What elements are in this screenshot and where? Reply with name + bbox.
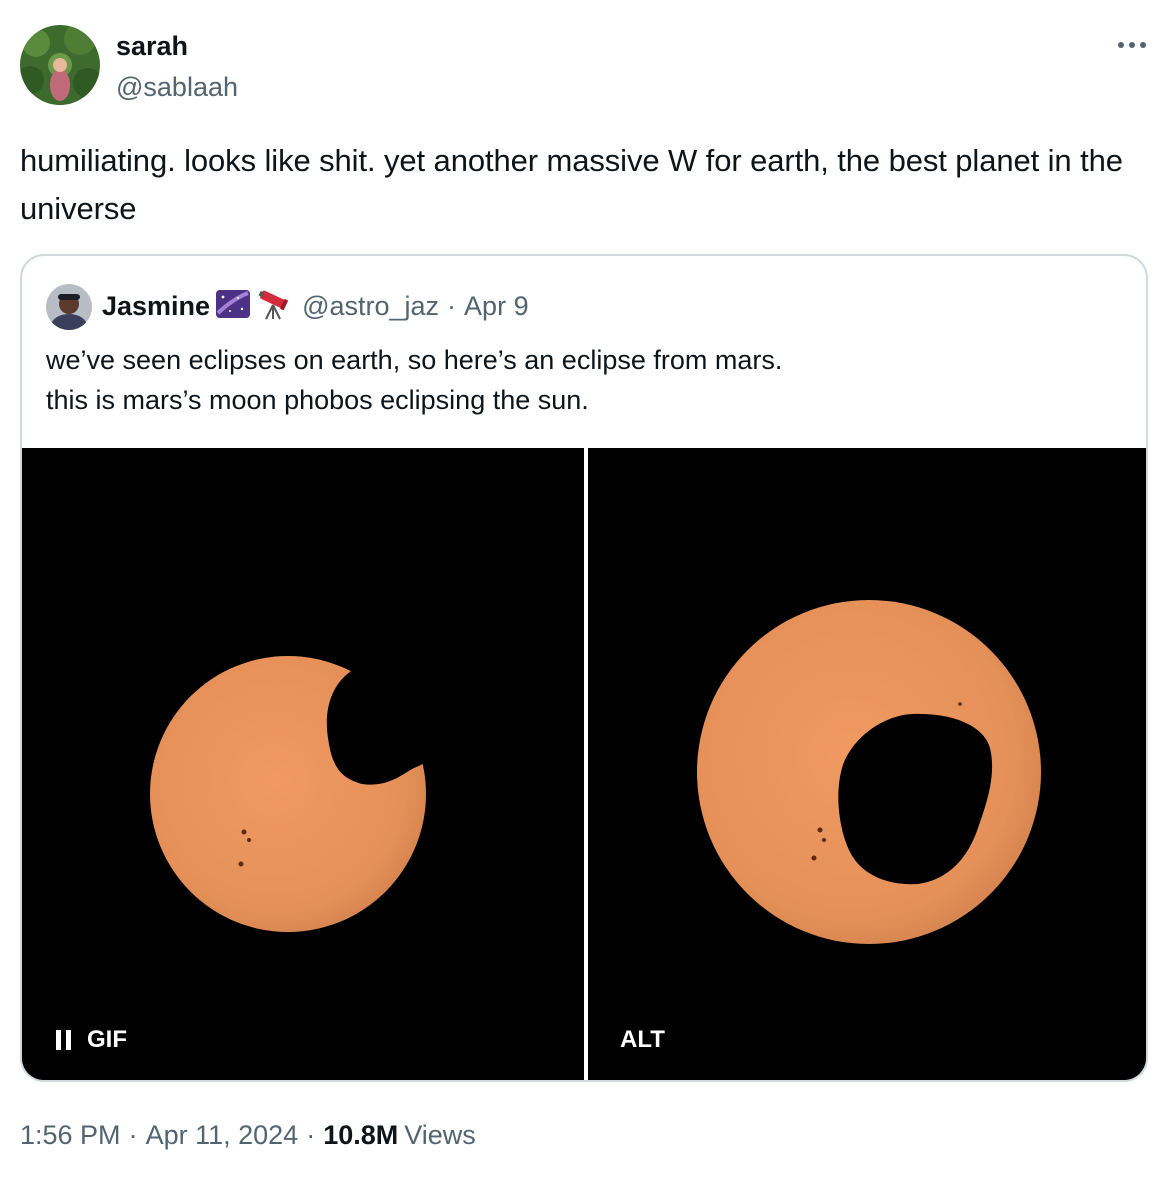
footer-separator-2: · — [306, 1120, 316, 1150]
more-horizontal-icon — [1118, 42, 1146, 48]
more-options-button[interactable] — [1110, 30, 1154, 60]
alt-text-badge[interactable]: ALT — [620, 1026, 665, 1054]
quoted-tweet-text: we’ve seen eclipses on earth, so here’s … — [46, 340, 1106, 420]
quoted-tweet-card[interactable]: Jasmine @astro_jaz · Apr 9 we’ve seen ec… — [20, 254, 1148, 1082]
eclipse-gif-media[interactable] — [22, 448, 584, 1080]
tweet-time[interactable]: 1:56 PM — [20, 1120, 121, 1151]
views-label[interactable]: Views — [404, 1120, 476, 1151]
views-count[interactable]: 10.8M — [323, 1120, 398, 1151]
quoted-author-name[interactable]: Jasmine — [102, 289, 210, 323]
telescope-icon — [256, 288, 290, 325]
milky-way-icon — [216, 289, 251, 324]
alt-label: ALT — [620, 1026, 665, 1053]
quoted-author-avatar[interactable] — [46, 284, 92, 330]
pause-icon[interactable] — [56, 1030, 71, 1050]
quoted-tweet-header: Jasmine @astro_jaz · Apr 9 — [102, 288, 529, 324]
gif-label: GIF — [87, 1026, 127, 1053]
quoted-author-handle[interactable]: @astro_jaz — [302, 291, 439, 322]
quoted-tweet-date[interactable]: Apr 9 — [464, 291, 529, 322]
eclipse-image-media[interactable] — [588, 448, 1146, 1080]
footer-separator-1: · — [128, 1120, 138, 1150]
tweet-text: humiliating. looks like shit. yet anothe… — [20, 143, 1123, 226]
author-name[interactable]: sarah — [116, 30, 188, 62]
quoted-text-line-1: we’ve seen eclipses on earth, so here’s … — [46, 345, 783, 375]
tweet-footer: 1:56 PM · Apr 11, 2024 · 10.8M Views — [20, 1120, 476, 1151]
header-separator: · — [447, 290, 457, 321]
quoted-text-line-2: this is mars’s moon phobos eclipsing the… — [46, 385, 589, 415]
author-handle[interactable]: @sablaah — [116, 71, 238, 103]
author-avatar[interactable] — [20, 25, 100, 105]
tweet-date[interactable]: Apr 11, 2024 — [146, 1120, 299, 1151]
gif-badge[interactable]: GIF — [56, 1026, 127, 1054]
